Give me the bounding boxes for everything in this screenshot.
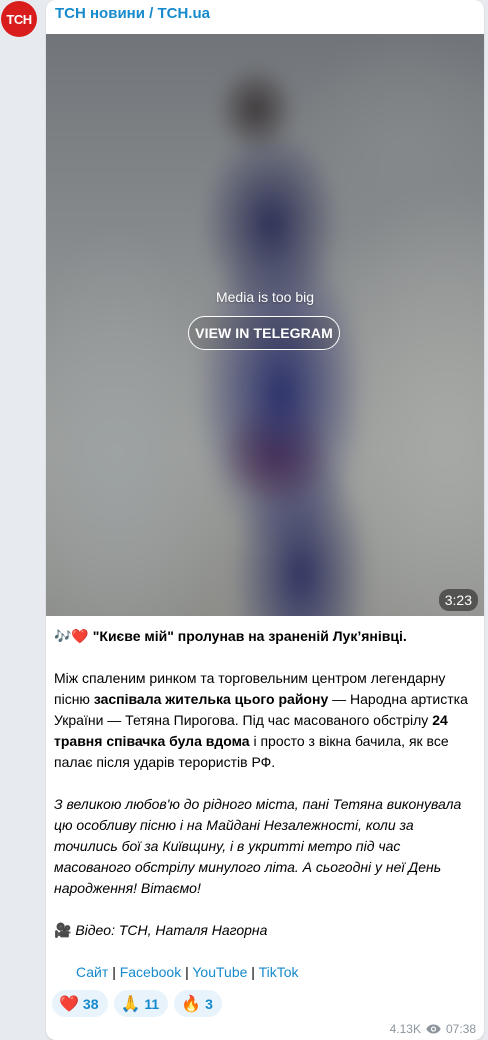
reaction-pray[interactable]: 🙏 11 bbox=[113, 990, 169, 1017]
post-links: Сайт | Facebook | YouTube | TikTok bbox=[54, 962, 478, 983]
fire-icon: 🔥 bbox=[181, 995, 202, 1013]
post-paragraph-1: Між спаленим ринком та торговельним цент… bbox=[54, 668, 478, 773]
views-count: 4.13K bbox=[389, 1022, 421, 1036]
reaction-fire[interactable]: 🔥 3 bbox=[174, 990, 222, 1017]
p1-part-b: заспівала жителька цього району bbox=[93, 691, 329, 707]
reactions-bar: ❤️ 38 🙏 11 🔥 3 bbox=[52, 990, 222, 1017]
link-youtube[interactable]: YouTube bbox=[192, 964, 247, 980]
credit-text: Відео: ТСН, Наталя Нагорна bbox=[75, 922, 268, 938]
reaction-count: 11 bbox=[144, 995, 160, 1012]
media-too-big-text: Media is too big bbox=[215, 289, 315, 305]
post-text: 🎶❤️ "Києве мій" пролунав на зраненій Лук… bbox=[54, 626, 478, 983]
post-credit: 🎥 Відео: ТСН, Наталя Нагорна bbox=[54, 920, 478, 941]
music-heart-emoji-icon: 🎶❤️ bbox=[54, 628, 89, 644]
reaction-heart[interactable]: ❤️ 38 bbox=[52, 990, 108, 1017]
message-meta: 4.13K 07:38 bbox=[390, 1022, 476, 1036]
link-tiktok[interactable]: TikTok bbox=[259, 964, 299, 980]
heart-icon: ❤️ bbox=[59, 995, 79, 1013]
reaction-count: 38 bbox=[82, 995, 99, 1012]
channel-title[interactable]: ТСН новини / TCH.ua bbox=[55, 5, 210, 23]
link-separator: | bbox=[251, 964, 255, 980]
headline-text: "Києве мій" пролунав на зраненій Лук’яні… bbox=[92, 628, 407, 644]
link-separator: | bbox=[112, 964, 116, 980]
camera-emoji-icon: 🎥 bbox=[54, 922, 72, 938]
pray-icon: 🙏 bbox=[120, 995, 141, 1013]
message-bubble: ТСН новини / TCH.ua Media is too big VIE… bbox=[46, 0, 484, 1040]
video-preview[interactable]: Media is too big VIEW IN TELEGRAM 3:23 bbox=[46, 34, 484, 616]
eye-icon bbox=[426, 1024, 441, 1034]
link-separator: | bbox=[185, 964, 189, 980]
link-site[interactable]: Сайт bbox=[76, 964, 108, 980]
video-duration-badge: 3:23 bbox=[438, 589, 478, 611]
post-paragraph-2: З великою любов'ю до рідного міста, пані… bbox=[54, 794, 478, 899]
channel-avatar[interactable]: ТСН bbox=[1, 1, 37, 37]
reaction-count: 3 bbox=[205, 995, 213, 1012]
post-headline: 🎶❤️ "Києве мій" пролунав на зраненій Лук… bbox=[54, 626, 478, 647]
message-time: 07:38 bbox=[445, 1022, 476, 1036]
p2-text: З великою любов'ю до рідного міста, пані… bbox=[54, 796, 462, 896]
link-facebook[interactable]: Facebook bbox=[120, 964, 181, 980]
view-in-telegram-button[interactable]: VIEW IN TELEGRAM bbox=[188, 316, 340, 350]
